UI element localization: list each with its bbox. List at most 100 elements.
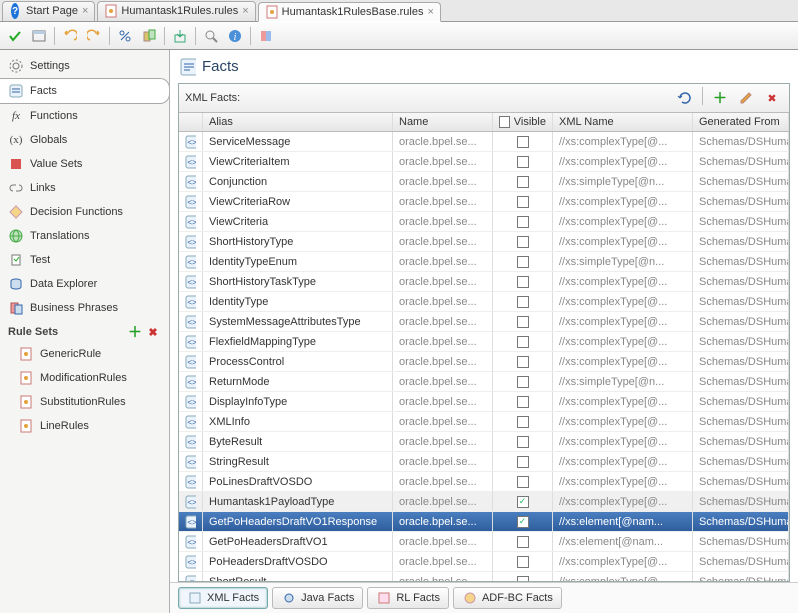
sidebar-item-translations[interactable]: Translations: [0, 224, 169, 248]
visible-checkbox[interactable]: [517, 176, 529, 188]
table-row[interactable]: <>Humantask1PayloadTypeoracle.bpel.se...…: [179, 492, 789, 512]
visible-checkbox[interactable]: [517, 536, 529, 548]
sidebar-item-data-explorer[interactable]: Data Explorer: [0, 272, 169, 296]
visible-checkbox[interactable]: [517, 276, 529, 288]
cell-visible[interactable]: [493, 392, 553, 411]
cut-tree-icon[interactable]: [114, 25, 136, 47]
cell-visible[interactable]: [493, 412, 553, 431]
visible-checkbox[interactable]: [517, 376, 529, 388]
editor-icon[interactable]: [28, 25, 50, 47]
edit-fact-icon[interactable]: [735, 87, 757, 109]
grid[interactable]: Alias Name Visible XML Name Generated Fr…: [179, 113, 789, 581]
table-row[interactable]: <>ShortResultoracle.bpel.se...//xs:compl…: [179, 572, 789, 581]
sidebar-item-links[interactable]: Links: [0, 176, 169, 200]
fact-tab-java-facts[interactable]: Java Facts: [272, 587, 363, 609]
validate-icon[interactable]: [4, 25, 26, 47]
visible-checkbox[interactable]: [517, 136, 529, 148]
col-alias[interactable]: Alias: [203, 113, 393, 131]
table-row[interactable]: <>ByteResultoracle.bpel.se...//xs:comple…: [179, 432, 789, 452]
close-tab-icon[interactable]: ×: [82, 5, 88, 17]
sidebar-item-decision-functions[interactable]: Decision Functions: [0, 200, 169, 224]
table-row[interactable]: <>DisplayInfoTypeoracle.bpel.se...//xs:c…: [179, 392, 789, 412]
visible-checkbox[interactable]: [517, 356, 529, 368]
ruleset-item[interactable]: SubstitutionRules: [0, 390, 169, 414]
find-icon[interactable]: [200, 25, 222, 47]
table-row[interactable]: <>GetPoHeadersDraftVO1Responseoracle.bpe…: [179, 512, 789, 532]
table-row[interactable]: <>XMLInfooracle.bpel.se...//xs:complexTy…: [179, 412, 789, 432]
cell-visible[interactable]: [493, 552, 553, 571]
table-row[interactable]: <>GetPoHeadersDraftVO1oracle.bpel.se.../…: [179, 532, 789, 552]
cell-visible[interactable]: [493, 432, 553, 451]
fact-tab-rl-facts[interactable]: RL Facts: [367, 587, 449, 609]
visible-checkbox[interactable]: [517, 296, 529, 308]
table-row[interactable]: <>ProcessControloracle.bpel.se...//xs:co…: [179, 352, 789, 372]
sidebar-item-test[interactable]: Test: [0, 248, 169, 272]
visible-checkbox[interactable]: [517, 196, 529, 208]
visible-checkbox[interactable]: [517, 156, 529, 168]
cell-visible[interactable]: [493, 332, 553, 351]
cell-visible[interactable]: [493, 232, 553, 251]
col-genfrom[interactable]: Generated From: [693, 113, 789, 131]
cell-visible[interactable]: [493, 572, 553, 581]
table-row[interactable]: <>ViewCriteriaRoworacle.bpel.se...//xs:c…: [179, 192, 789, 212]
table-row[interactable]: <>ViewCriteriaoracle.bpel.se...//xs:comp…: [179, 212, 789, 232]
visible-checkbox[interactable]: [517, 216, 529, 228]
ruleset-item[interactable]: GenericRule: [0, 342, 169, 366]
add-ruleset-icon[interactable]: ＋: [127, 324, 143, 340]
table-row[interactable]: <>ShortHistoryTypeoracle.bpel.se...//xs:…: [179, 232, 789, 252]
sidebar-item-business-phrases[interactable]: Business Phrases: [0, 296, 169, 320]
paste-tree-icon[interactable]: [138, 25, 160, 47]
table-row[interactable]: <>ViewCriteriaItemoracle.bpel.se...//xs:…: [179, 152, 789, 172]
cell-visible[interactable]: [493, 172, 553, 191]
table-row[interactable]: <>IdentityTypeoracle.bpel.se...//xs:comp…: [179, 292, 789, 312]
visible-header-checkbox[interactable]: [499, 116, 510, 128]
visible-checkbox[interactable]: [517, 236, 529, 248]
visible-checkbox[interactable]: [517, 516, 529, 528]
cell-visible[interactable]: [493, 352, 553, 371]
ruleset-item[interactable]: LineRules: [0, 414, 169, 438]
visible-checkbox[interactable]: [517, 316, 529, 328]
visible-checkbox[interactable]: [517, 576, 529, 582]
refresh-icon[interactable]: [674, 87, 696, 109]
redo-icon[interactable]: [83, 25, 105, 47]
visible-checkbox[interactable]: [517, 556, 529, 568]
table-row[interactable]: <>ServiceMessageoracle.bpel.se...//xs:co…: [179, 132, 789, 152]
table-row[interactable]: <>ShortHistoryTaskTypeoracle.bpel.se.../…: [179, 272, 789, 292]
sidebar-item-functions[interactable]: fxFunctions: [0, 104, 169, 128]
undo-icon[interactable]: [59, 25, 81, 47]
sidebar-item-value-sets[interactable]: Value Sets: [0, 152, 169, 176]
table-row[interactable]: <>PoLinesDraftVOSDOoracle.bpel.se...//xs…: [179, 472, 789, 492]
table-row[interactable]: <>PoHeadersDraftVOSDOoracle.bpel.se...//…: [179, 552, 789, 572]
table-row[interactable]: <>StringResultoracle.bpel.se...//xs:comp…: [179, 452, 789, 472]
close-tab-icon[interactable]: ×: [428, 6, 434, 18]
col-visible[interactable]: Visible: [493, 113, 553, 131]
visible-checkbox[interactable]: [517, 436, 529, 448]
cell-visible[interactable]: [493, 132, 553, 151]
cell-visible[interactable]: [493, 252, 553, 271]
sidebar-item-globals[interactable]: (x)Globals: [0, 128, 169, 152]
add-fact-icon[interactable]: ＋: [709, 87, 731, 109]
table-row[interactable]: <>Conjunctionoracle.bpel.se...//xs:simpl…: [179, 172, 789, 192]
visible-checkbox[interactable]: [517, 336, 529, 348]
col-xmlname[interactable]: XML Name: [553, 113, 693, 131]
import-icon[interactable]: [169, 25, 191, 47]
remove-ruleset-icon[interactable]: ✖: [145, 324, 161, 340]
visible-checkbox[interactable]: [517, 496, 529, 508]
file-tab[interactable]: ?Start Page×: [2, 1, 95, 21]
cell-visible[interactable]: [493, 532, 553, 551]
cell-visible[interactable]: [493, 272, 553, 291]
cell-visible[interactable]: [493, 312, 553, 331]
cell-visible[interactable]: [493, 472, 553, 491]
table-row[interactable]: <>FlexfieldMappingTypeoracle.bpel.se.../…: [179, 332, 789, 352]
visible-checkbox[interactable]: [517, 456, 529, 468]
visible-checkbox[interactable]: [517, 396, 529, 408]
cell-visible[interactable]: [493, 192, 553, 211]
sidebar-item-settings[interactable]: Settings: [0, 54, 169, 78]
close-tab-icon[interactable]: ×: [242, 5, 248, 17]
table-row[interactable]: <>SystemMessageAttributesTypeoracle.bpel…: [179, 312, 789, 332]
cell-visible[interactable]: [493, 152, 553, 171]
visible-checkbox[interactable]: [517, 476, 529, 488]
col-name[interactable]: Name: [393, 113, 493, 131]
cell-visible[interactable]: [493, 372, 553, 391]
cell-visible[interactable]: [493, 512, 553, 531]
